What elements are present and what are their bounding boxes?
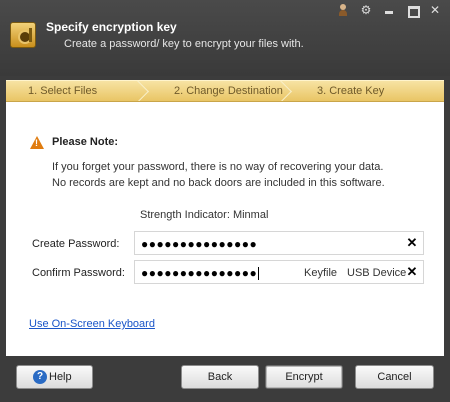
clear-icon[interactable]: ✕ — [405, 235, 419, 251]
window-controls: ⚙ ✕ — [336, 3, 442, 18]
window-subtitle: Create a password/ key to encrypt your f… — [64, 38, 304, 50]
user-icon[interactable] — [336, 3, 350, 17]
step-create-key: 3. Create Key — [295, 81, 444, 101]
wizard-steps: 1. Select Files 2. Change Destination 3.… — [6, 80, 444, 102]
create-password-value: ●●●●●●●●●●●●●●● — [141, 237, 258, 251]
help-label: Help — [49, 371, 72, 383]
safe-icon — [10, 22, 36, 48]
title-bar: Specify encryption key Create a password… — [0, 0, 450, 76]
gear-icon[interactable]: ⚙ — [359, 3, 373, 17]
window-title: Specify encryption key — [46, 20, 177, 34]
step-label: 2. Change Destination — [174, 85, 283, 97]
create-password-field[interactable]: ●●●●●●●●●●●●●●● ✕ — [134, 231, 424, 255]
warning-icon: ! — [30, 136, 44, 149]
minimize-icon[interactable] — [382, 3, 396, 17]
strength-indicator: Strength Indicator: Minmal — [140, 209, 269, 221]
help-icon: ? — [33, 370, 47, 384]
encrypt-button[interactable]: Encrypt — [265, 365, 343, 389]
maximize-icon[interactable] — [405, 3, 420, 18]
back-button[interactable]: Back — [181, 365, 259, 389]
clear-icon[interactable]: ✕ — [405, 264, 419, 280]
main-panel: ! Please Note: If you forget your passwo… — [6, 102, 444, 356]
close-icon[interactable]: ✕ — [428, 3, 442, 17]
text-caret — [258, 267, 260, 281]
on-screen-keyboard-link[interactable]: Use On-Screen Keyboard — [29, 318, 155, 330]
confirm-password-dots: ●●●●●●●●●●●●●●● — [141, 266, 258, 280]
note-line-2: No records are kept and no back doors ar… — [52, 177, 385, 189]
step-label: 1. Select Files — [28, 85, 98, 97]
note-title: Please Note: — [52, 136, 119, 148]
confirm-password-label: Confirm Password: — [32, 267, 125, 279]
cancel-button[interactable]: Cancel — [355, 365, 434, 389]
note-line-1: If you forget your password, there is no… — [52, 161, 384, 173]
note-text: If you forget your password, there is no… — [52, 159, 385, 191]
keyfile-button[interactable]: Keyfile — [304, 267, 337, 279]
footer: ? Help Back Encrypt Cancel — [0, 356, 450, 402]
step-select-files: 1. Select Files — [6, 81, 152, 101]
usb-device-button[interactable]: USB Device — [347, 267, 406, 279]
step-change-destination: 2. Change Destination — [152, 81, 295, 101]
confirm-password-value: ●●●●●●●●●●●●●●● — [141, 266, 260, 281]
help-button[interactable]: ? Help — [16, 365, 93, 389]
step-label: 3. Create Key — [317, 85, 385, 97]
confirm-password-field[interactable]: ●●●●●●●●●●●●●●● Keyfile USB Device ✕ — [134, 260, 424, 284]
create-password-label: Create Password: — [32, 238, 120, 250]
